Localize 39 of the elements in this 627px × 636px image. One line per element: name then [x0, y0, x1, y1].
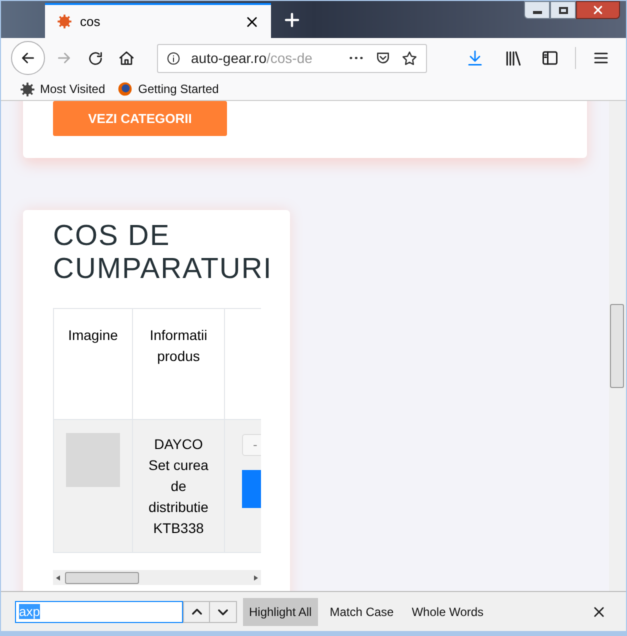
bookmark-link[interactable]: Most Visited [40, 80, 106, 98]
gear-icon [57, 14, 72, 29]
close-icon[interactable] [592, 604, 606, 618]
scroll-left-icon[interactable] [56, 574, 60, 580]
product-cell: DAYCO Set curea de distributie KTB338 [133, 420, 225, 552]
gear-icon [20, 82, 35, 96]
close-icon[interactable] [245, 14, 259, 28]
vertical-scrollbar[interactable] [609, 101, 626, 591]
close-window-button[interactable] [576, 1, 620, 19]
tab-title: cos [80, 12, 102, 31]
url-text: auto-gear.ro/cos-de [191, 48, 314, 68]
close-icon [593, 5, 603, 15]
pocket-icon[interactable] [375, 50, 391, 66]
bookmark-link[interactable]: Getting Started [138, 80, 219, 98]
find-option-button[interactable]: Highlight All [243, 598, 318, 626]
library-icon[interactable] [504, 48, 523, 68]
reload-icon[interactable] [87, 50, 104, 66]
scroll-right-icon[interactable] [254, 574, 258, 580]
horizontal-scrollbar[interactable] [53, 570, 261, 585]
product-photo-placeholder [66, 433, 120, 487]
back-button[interactable] [11, 41, 45, 75]
find-previous-button[interactable] [183, 600, 210, 622]
plus-icon[interactable] [283, 11, 301, 29]
find-option-button[interactable]: Match Case [324, 598, 400, 626]
maximize-button[interactable] [550, 1, 576, 19]
address-field[interactable]: auto-gear.ro/cos-de [157, 44, 427, 72]
find-next-button[interactable] [210, 600, 237, 622]
sidebar-icon[interactable] [541, 49, 559, 67]
column-header: Imagine [54, 309, 133, 419]
download-icon[interactable] [466, 49, 484, 67]
browser-tab[interactable]: cos [45, 3, 271, 38]
star-icon[interactable] [401, 50, 418, 66]
cart-heading: COS DE CUMPARATURI [53, 220, 274, 286]
globe-icon [117, 81, 134, 97]
column-header: Informatii produs [133, 309, 225, 419]
minimize-button[interactable] [524, 1, 550, 19]
home-icon[interactable] [118, 50, 135, 66]
find-option-button[interactable]: Whole Words [406, 598, 490, 626]
info-icon[interactable] [166, 50, 181, 66]
